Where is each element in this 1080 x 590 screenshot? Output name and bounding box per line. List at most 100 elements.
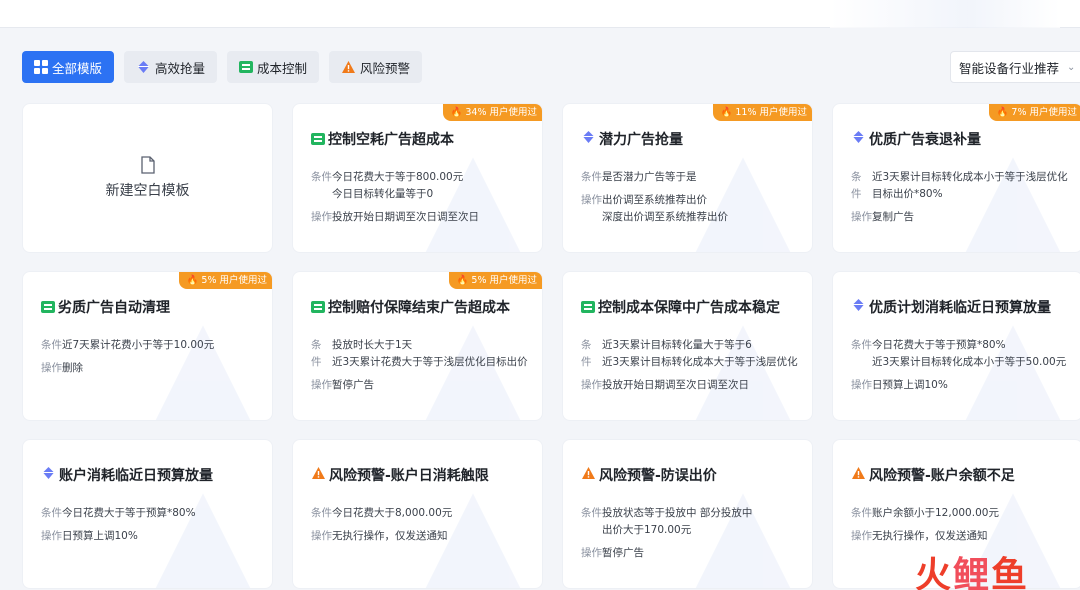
grid-icon [34, 60, 48, 74]
action-label: 操作 [311, 379, 332, 391]
card-title-text: 控制空耗广告超成本 [328, 132, 454, 148]
diamond-icon [138, 61, 150, 73]
card-title: 劣质广告自动清理 [41, 297, 170, 317]
action-item: 删除 [62, 362, 83, 374]
action-row: 操作 投放开始日期调至次日调至次日 [311, 209, 534, 226]
condition-label: 条件 [311, 507, 332, 519]
template-card[interactable]: 账户消耗临近日预算放量条件 今日花费大于等于预算*80% 操作 日预算上调10% [22, 439, 273, 589]
condition-item: 近3天累计目标转化成本大于等于浅层优化 [602, 356, 798, 368]
condition-label-1: 条 [851, 171, 862, 183]
condition-row: 条件 今日花费大于8,000.00元 [311, 505, 534, 522]
template-card[interactable]: 🔥 7% 用户使用过 优质广告衰退补量条件近3天累计目标转化成本小于等于浅层优化目… [832, 103, 1080, 253]
action-item: 无执行操作，仅发送通知 [332, 530, 448, 542]
card-title-text: 风险预警-防误出价 [599, 468, 717, 484]
card-title-text: 账户消耗临近日预算放量 [59, 468, 213, 484]
condition-item: 近3天累计花费大于等于浅层优化目标出价 [332, 356, 528, 368]
bars-icon [41, 301, 55, 313]
template-card[interactable]: 控制成本保障中广告成本稳定条件近3天累计目标转化量大于等于6 近3天累计目标转化成… [562, 271, 813, 421]
usage-badge: 🔥 5% 用户使用过 [448, 272, 542, 289]
card-title: 控制空耗广告超成本 [311, 129, 454, 149]
filter-efficient-volume[interactable]: 高效抢量 [124, 51, 218, 83]
action-values: 删除 [62, 360, 83, 377]
card-rules: 条件 今日花费大于等于预算*80% 操作 日预算上调10% [41, 505, 264, 551]
action-label: 操作 [311, 530, 332, 542]
condition-values: 是否潜力广告等于是 [602, 169, 697, 186]
condition-item: 是否潜力广告等于是 [602, 171, 697, 183]
diamond-icon [581, 130, 596, 148]
diamond-icon [851, 130, 866, 148]
filter-risk-warning[interactable]: 风险预警 [329, 51, 423, 83]
condition-item: 今日目标转化量等于0 [332, 188, 434, 200]
action-label: 操作 [851, 211, 872, 223]
condition-values: 近3天累计目标转化量大于等于6 近3天累计目标转化成本大于等于浅层优化 [600, 337, 798, 371]
action-values: 日预算上调10% [62, 528, 138, 545]
action-item: 投放开始日期调至次日调至次日 [602, 379, 749, 391]
card-title-text: 优质广告衰退补量 [869, 132, 981, 148]
card-rules: 条件投放时长大于1天 近3天累计花费大于等于浅层优化目标出价操作 暂停广告 [311, 337, 534, 400]
usage-badge: 🔥 11% 用户使用过 [712, 104, 812, 121]
card-rules: 条件 今日花费大于等于800.00元 今日目标转化量等于0 操作 投放开始日期调至次日调… [311, 169, 534, 232]
template-card[interactable]: 🔥 34% 用户使用过控制空耗广告超成本条件 今日花费大于等于800.00元 今日目… [292, 103, 543, 253]
condition-item: 今日花费大于8,000.00元 [332, 507, 453, 519]
card-title: 风险预警-账户余额不足 [851, 465, 1015, 485]
card-title-text: 风险预警-账户日消耗触限 [329, 468, 489, 484]
document-icon [140, 156, 155, 174]
industry-recommend-select[interactable]: 智能设备行业推荐 ⌄ [950, 51, 1080, 83]
new-blank-template-card[interactable]: 新建空白模板 [22, 103, 273, 253]
condition-label: 条件 [851, 169, 870, 203]
action-item: 复制广告 [872, 211, 914, 223]
action-row: 操作 暂停广告 [581, 545, 804, 562]
condition-row: 条件 是否潜力广告等于是 [581, 169, 804, 186]
card-title-text: 控制赔付保障结束广告超成本 [328, 300, 510, 316]
filter-cost-control[interactable]: 成本控制 [227, 51, 320, 83]
condition-item: 今日花费大于等于预算*80% [872, 339, 1006, 351]
template-card[interactable]: 优质计划消耗临近日预算放量 条件 今日花费大于等于预算*80% 近3天累计目标转化成本… [832, 271, 1080, 421]
template-card[interactable]: 🔥 5% 用户使用过 劣质广告自动清理 条件 近7天累计花费小于等于10.00元 操作删… [22, 271, 273, 421]
template-filter-bar: 全部模版 高效抢量 成本控制 风险预警 [22, 51, 423, 83]
condition-row: 条件 近7天累计花费小于等于10.00元 [41, 337, 264, 354]
action-values: 暂停广告 [332, 377, 374, 394]
bars-icon [311, 301, 325, 313]
usage-badge: 🔥 34% 用户使用过 [442, 104, 542, 121]
bars-icon [581, 301, 595, 313]
card-title: 风险预警-防误出价 [581, 465, 717, 485]
condition-label-2: 件 [581, 356, 592, 368]
card-rules: 条件 今日花费大于等于预算*80% 近3天累计目标转化成本小于等于50.00元 操作日… [851, 337, 1074, 400]
condition-values: 近3天累计目标转化成本小于等于浅层优化 目标出价*80% [870, 169, 1068, 203]
condition-label: 条件 [41, 507, 62, 519]
condition-row: 条件近3天累计目标转化量大于等于6 近3天累计目标转化成本大于等于浅层优化 [581, 337, 804, 371]
condition-item: 近3天累计目标转化成本小于等于50.00元 [872, 356, 1067, 368]
action-item: 出价调至系统推荐出价 [602, 194, 707, 206]
condition-label: 条件 [311, 337, 330, 371]
condition-values: 今日花费大于等于预算*80% [62, 505, 196, 522]
condition-item: 今日花费大于等于800.00元 [332, 171, 464, 183]
template-card[interactable]: 风险预警-防误出价 条件 投放状态等于投放中 部分投放中 出价大于170.00元 操作暂… [562, 439, 813, 589]
action-values: 复制广告 [872, 209, 914, 226]
action-row: 操作 日预算上调10% [41, 528, 264, 545]
template-card[interactable]: 🔥 11% 用户使用过潜力广告抢量条件 是否潜力广告等于是 操作 出价调至系统推荐出价… [562, 103, 813, 253]
filter-all-templates[interactable]: 全部模版 [22, 51, 115, 83]
condition-row: 条件投放时长大于1天 近3天累计花费大于等于浅层优化目标出价 [311, 337, 534, 371]
action-label: 操作 [311, 211, 332, 223]
template-card[interactable]: 风险预警-账户日消耗触限 条件 今日花费大于8,000.00元 操作 无执行操作，仅发送… [292, 439, 543, 589]
action-values: 投放开始日期调至次日调至次日 [602, 377, 749, 394]
condition-label-2: 件 [851, 188, 862, 200]
action-values: 日预算上调10% [872, 377, 948, 394]
action-item: 暂停广告 [602, 547, 644, 559]
action-row: 操作 投放开始日期调至次日调至次日 [581, 377, 804, 394]
action-label: 操作 [581, 379, 602, 391]
condition-item: 出价大于170.00元 [602, 524, 692, 536]
condition-item: 目标出价*80% [872, 188, 943, 200]
action-values: 暂停广告 [602, 545, 644, 562]
diamond-icon [41, 466, 56, 484]
condition-label-1: 条 [581, 339, 592, 351]
watermark-char: 鲤 [953, 555, 990, 590]
template-card[interactable]: 🔥 5% 用户使用过控制赔付保障结束广告超成本条件投放时长大于1天 近3天累计花费… [292, 271, 543, 421]
warning-icon [311, 466, 326, 484]
card-rules: 条件 是否潜力广告等于是 操作 出价调至系统推荐出价 深度出价调至系统推荐出价 [581, 169, 804, 232]
action-row: 操作 日预算上调10% [851, 377, 1074, 394]
card-title: 潜力广告抢量 [581, 129, 683, 149]
card-rules: 条件 今日花费大于8,000.00元 操作 无执行操作，仅发送通知 [311, 505, 534, 551]
condition-values: 账户余额小于12,000.00元 [872, 505, 999, 522]
action-values: 无执行操作，仅发送通知 [872, 528, 988, 545]
